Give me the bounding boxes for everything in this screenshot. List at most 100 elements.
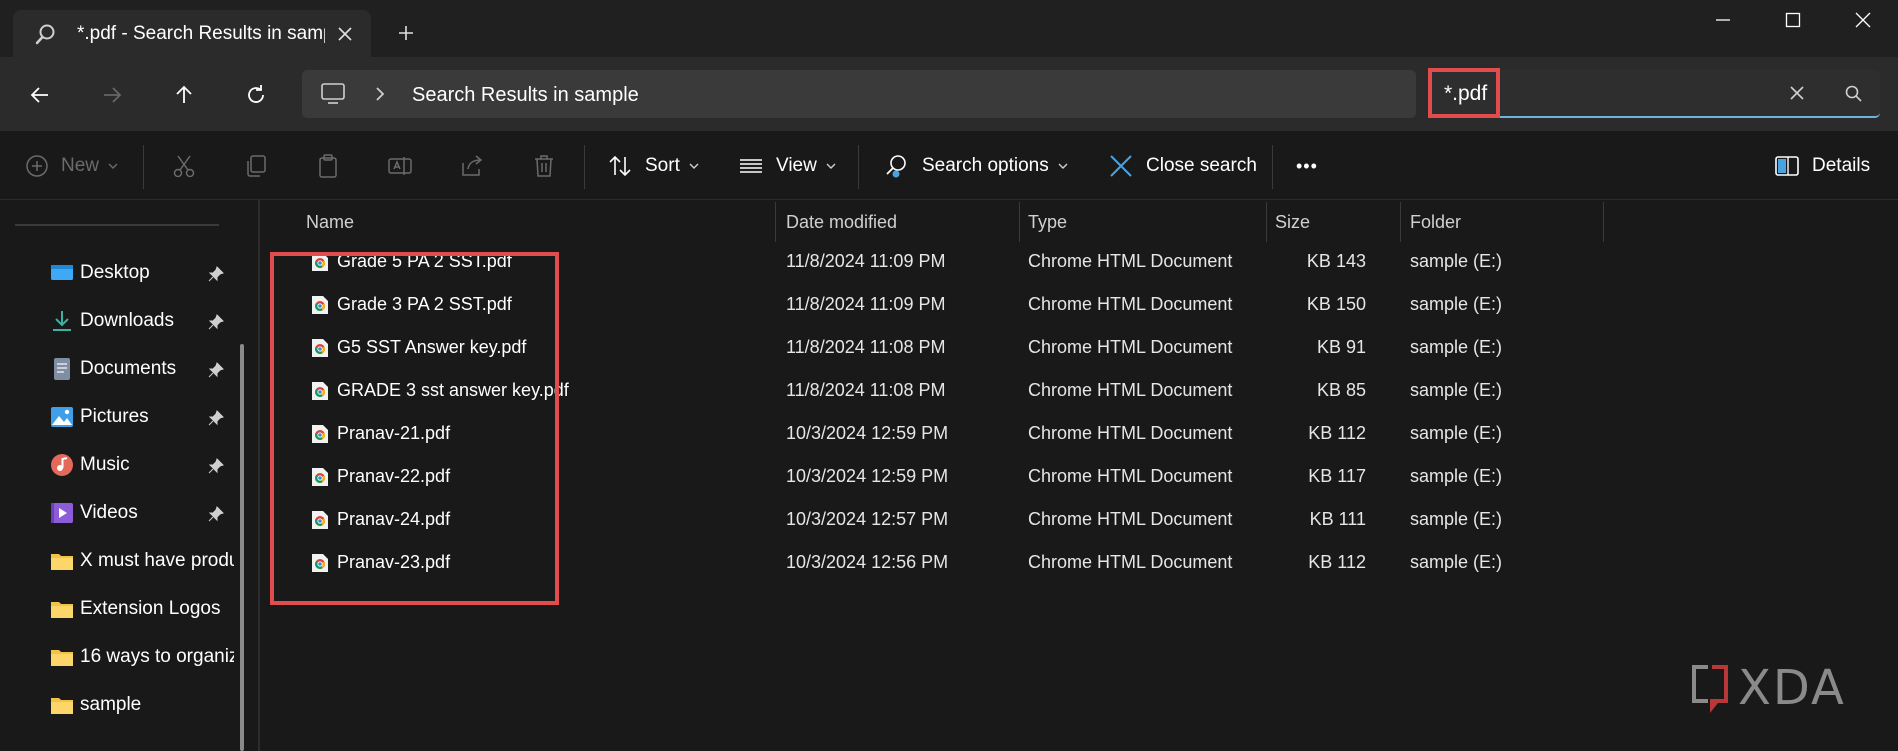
arrow-left-icon [30,87,48,103]
divider [143,145,144,189]
close-icon [1855,12,1871,28]
address-bar[interactable]: Search Results in sample [302,70,1416,118]
close-search-label: Close search [1146,155,1257,176]
forward-button[interactable] [94,77,130,113]
active-tab[interactable]: *.pdf - Search Results in sampl [13,10,371,57]
folder-icon [51,650,73,666]
pin-icon[interactable] [208,410,224,426]
sort-icon [609,155,631,177]
search-icon [35,23,57,45]
rename-icon [388,157,412,175]
minimize-button[interactable] [1688,0,1758,40]
maximize-button[interactable] [1758,0,1828,40]
clipboard-icon [319,154,337,178]
sort-button[interactable]: Sort [607,148,700,184]
sidebar-item-folder[interactable]: Extension Logos [50,594,240,624]
column-header-size[interactable]: Size [1275,212,1310,233]
new-button[interactable]: New [25,148,119,184]
file-folder: sample (E:) [1410,251,1503,271]
share-icon [462,155,483,176]
desktop-icon [51,265,73,280]
new-tab-button[interactable] [393,20,419,46]
sidebar-scrollbar[interactable] [240,344,244,751]
divider [584,145,585,189]
clear-search-icon[interactable] [1787,83,1807,103]
sidebar-item-label: sample [80,694,142,715]
pictures-icon [51,407,73,427]
column-divider[interactable] [1266,202,1267,242]
file-date: 11/8/2024 11:09 PM [786,251,946,271]
file-folder: sample (E:) [1410,466,1503,486]
file-folder: sample (E:) [1410,380,1503,400]
column-header-date[interactable]: Date modified [786,212,897,233]
file-type: Chrome HTML Document [1028,509,1233,529]
arrow-up-icon [176,85,192,103]
file-folder: sample (E:) [1410,294,1503,314]
sidebar-item-sample[interactable]: sample [50,690,240,720]
more-options-button[interactable]: ••• [1296,148,1318,184]
sidebar-item-label: Extension Logos [80,598,221,619]
plus-circle-icon [26,155,48,177]
column-divider[interactable] [1603,202,1604,242]
cut-button[interactable] [169,151,199,181]
file-type: Chrome HTML Document [1028,552,1233,572]
column-divider[interactable] [1019,202,1020,242]
details-button[interactable]: Details [1774,148,1870,184]
close-search-button[interactable]: Close search [1108,148,1257,184]
column-divider[interactable] [775,202,776,242]
pin-icon[interactable] [208,314,224,330]
file-type: Chrome HTML Document [1028,294,1233,314]
view-list-icon [740,159,762,173]
file-type: Chrome HTML Document [1028,251,1233,271]
refresh-button[interactable] [238,77,274,113]
file-type: Chrome HTML Document [1028,466,1233,486]
file-type: Chrome HTML Document [1028,380,1233,400]
sidebar-item-label: 16 ways to organiz [80,646,234,667]
column-divider[interactable] [1400,202,1401,242]
rename-button[interactable] [385,151,415,181]
pin-icon[interactable] [208,458,224,474]
pin-icon[interactable] [208,266,224,282]
pin-icon[interactable] [208,506,224,522]
column-header-type[interactable]: Type [1028,212,1067,233]
more-icon: ••• [1296,155,1318,176]
music-icon [51,454,73,476]
xda-watermark: XDA [1688,660,1846,716]
maximize-icon [1785,12,1801,28]
file-type: Chrome HTML Document [1028,423,1233,443]
search-options-button[interactable]: Search options [884,148,1069,184]
file-date: 10/3/2024 12:56 PM [786,552,949,572]
pin-icon[interactable] [208,362,224,378]
chevron-down-icon [1058,163,1068,169]
copy-button[interactable] [241,151,271,181]
up-button[interactable] [166,77,202,113]
sidebar-item-folder[interactable]: 16 ways to organiz [50,642,240,672]
download-icon [53,311,71,331]
file-date: 10/3/2024 12:57 PM [786,509,949,529]
file-folder: sample (E:) [1410,552,1503,572]
divider [1272,145,1273,189]
view-button[interactable]: View [738,148,837,184]
file-date: 10/3/2024 12:59 PM [786,466,949,486]
file-folder: sample (E:) [1410,509,1503,529]
search-icon[interactable] [1843,84,1863,104]
file-type: Chrome HTML Document [1028,337,1233,357]
column-header-folder[interactable]: Folder [1410,212,1461,233]
minimize-icon [1716,19,1730,21]
trash-icon [535,155,553,177]
breadcrumb[interactable]: Search Results in sample [412,84,639,107]
details-label: Details [1812,155,1871,176]
videos-icon [51,503,73,523]
sidebar-item-label: X must have produ [80,550,234,571]
close-tab-icon[interactable] [333,22,357,46]
delete-button[interactable] [529,151,559,181]
close-window-button[interactable] [1828,0,1898,40]
paste-button[interactable] [313,151,343,181]
title-bar: *.pdf - Search Results in sampl [0,0,1898,57]
column-header-name[interactable]: Name [306,212,354,233]
back-button[interactable] [22,77,58,113]
file-folder: sample (E:) [1410,337,1503,357]
share-button[interactable] [457,151,487,181]
chevron-right-icon[interactable] [372,85,388,103]
sidebar-item-folder[interactable]: X must have produ [50,546,240,576]
